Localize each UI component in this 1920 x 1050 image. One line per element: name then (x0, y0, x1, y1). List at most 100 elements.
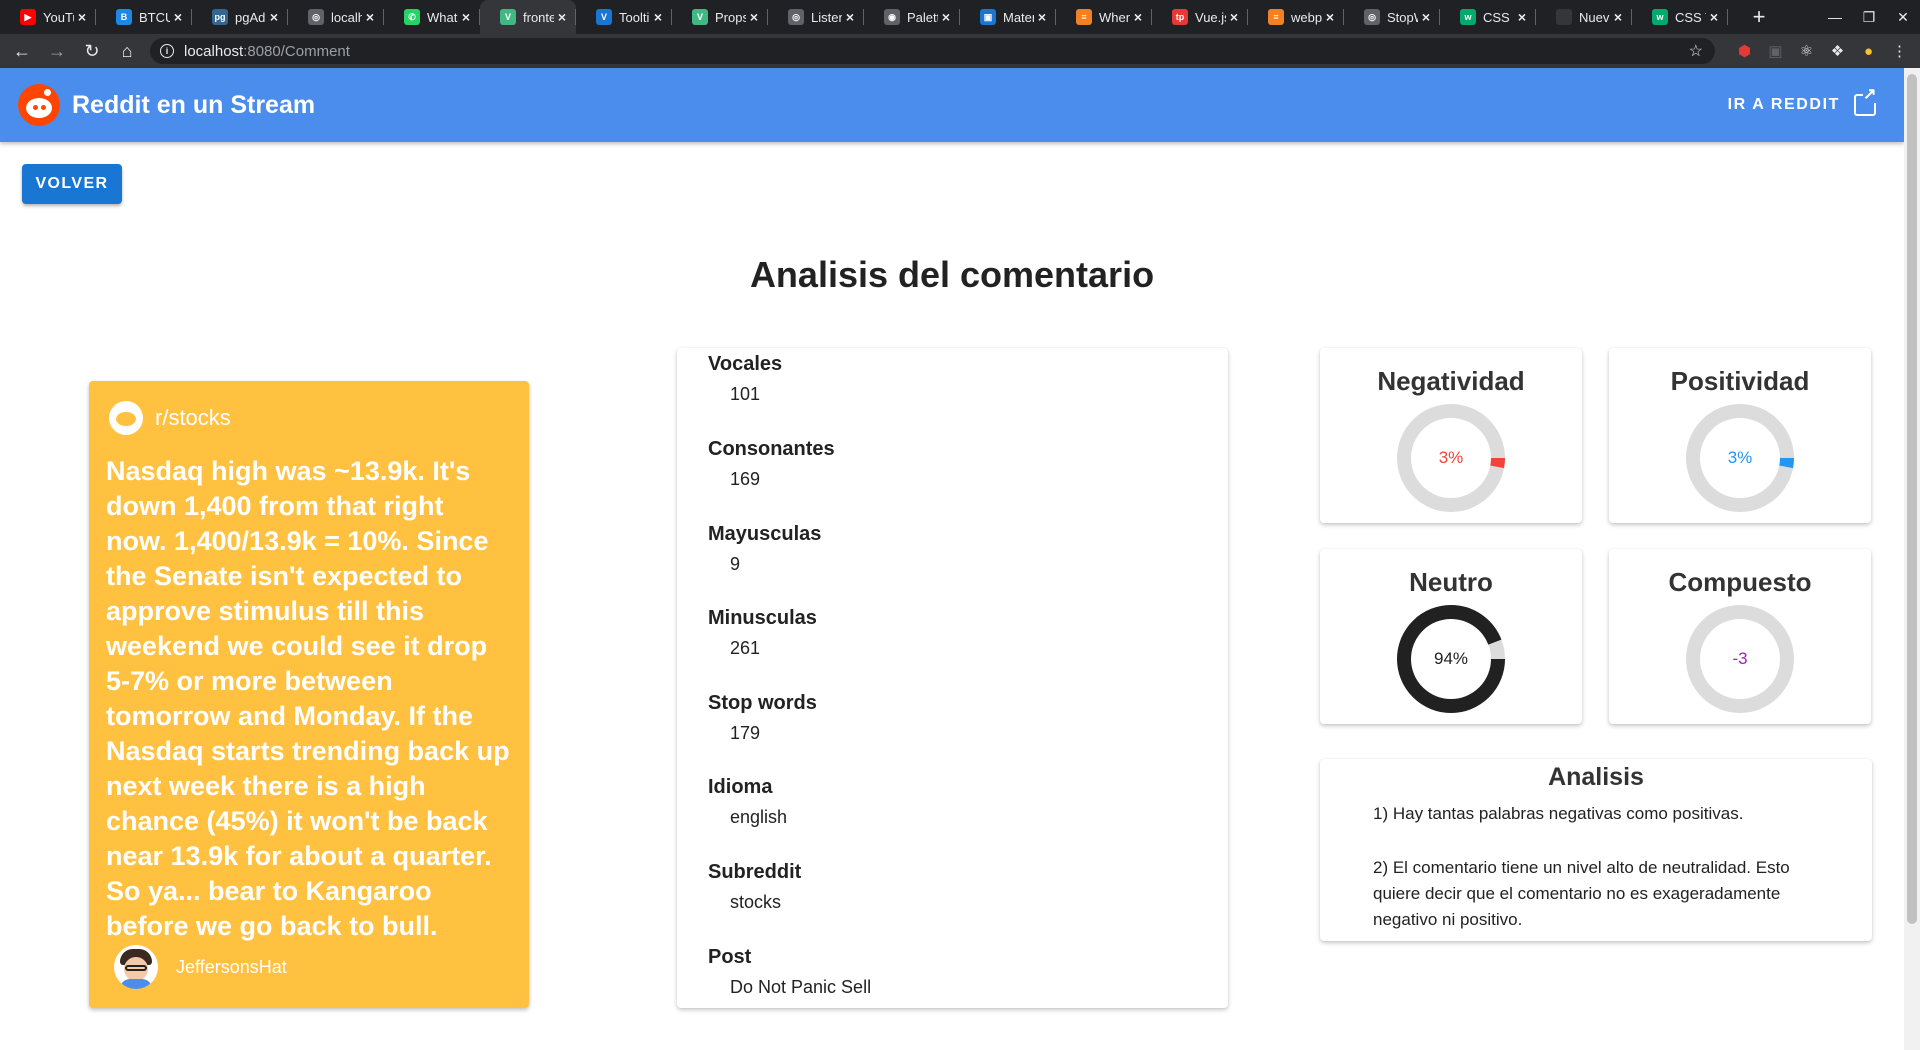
close-tab-icon[interactable]: × (1610, 9, 1626, 25)
tab-title: When (1099, 9, 1130, 25)
screenshot-extension-icon[interactable]: ▣ (1760, 42, 1791, 60)
app-title: Reddit en un Stream (72, 90, 316, 119)
browser-tab[interactable]: pg pgAdmin× (192, 0, 288, 34)
close-tab-icon[interactable]: × (746, 9, 762, 25)
stat-label: Mayusculas (708, 523, 822, 545)
back-button[interactable]: VOLVER (22, 164, 122, 204)
stat-value: english (730, 807, 788, 827)
tab-favicon-icon (1556, 9, 1572, 25)
go-to-reddit-label: IR A REDDIT (1727, 96, 1840, 113)
gauge-value: -3 (1732, 649, 1748, 668)
tab-title: CSS Tooltip (1675, 9, 1706, 25)
gauge-value: 94% (1433, 649, 1469, 668)
forward-arrow-icon[interactable]: → (44, 41, 70, 62)
browser-tab[interactable]: V Tooltip× (576, 0, 672, 34)
stat-label: Subreddit (708, 861, 802, 883)
tab-title: Material (1003, 9, 1034, 25)
tab-title: webpack (1291, 9, 1322, 25)
close-tab-icon[interactable]: × (842, 9, 858, 25)
close-tab-icon[interactable]: × (650, 9, 666, 25)
browser-tab[interactable]: ▣ Material× (960, 0, 1056, 34)
tab-favicon-icon: ≡ (1076, 9, 1092, 25)
new-tab-button[interactable]: + (1744, 4, 1774, 30)
back-arrow-icon[interactable]: ← (9, 41, 35, 62)
close-tab-icon[interactable]: × (1514, 9, 1530, 25)
close-tab-icon[interactable]: × (266, 9, 282, 25)
close-tab-icon[interactable]: × (554, 9, 570, 25)
browser-tab[interactable]: ◉ Palette× (864, 0, 960, 34)
tab-favicon-icon: V (596, 9, 612, 25)
gauge-title: Compuesto (1668, 567, 1812, 597)
tab-favicon-icon: ◎ (788, 9, 804, 25)
tab-favicon-icon: tp (1172, 9, 1188, 25)
profile-avatar-icon[interactable]: ● (1853, 43, 1884, 60)
close-tab-icon[interactable]: × (1130, 9, 1146, 25)
go-to-reddit-button[interactable]: IR A REDDIT (1727, 87, 1878, 116)
browser-menu-icon[interactable]: ⋮ (1884, 42, 1915, 60)
author-name: JeffersonsHat (176, 956, 287, 977)
reload-icon[interactable]: ↻ (79, 41, 105, 62)
stat-value: Do Not Panic Sell (730, 977, 872, 997)
tab-favicon-icon: w (1652, 9, 1668, 25)
extensions-area: ⬢ ▣ ⚛ ❖ ● ⋮ (1729, 42, 1915, 61)
browser-tab[interactable]: tp Vue.js× (1152, 0, 1248, 34)
site-info-icon[interactable]: i (160, 44, 174, 58)
open-in-new-icon (1854, 87, 1878, 116)
tab-title: CSS Flex (1483, 9, 1514, 25)
tab-title: YouTube (43, 9, 74, 25)
reddit-logo-icon (18, 84, 60, 126)
tab-favicon-icon: ◎ (1364, 9, 1380, 25)
url-input[interactable]: i localhost:8080/Comment ☆ (150, 38, 1715, 64)
close-tab-icon[interactable]: × (938, 9, 954, 25)
url-host: localhost (184, 42, 244, 60)
analysis-title: Analisis (1548, 763, 1644, 791)
scrollbar-thumb[interactable] (1907, 74, 1917, 924)
browser-tab[interactable]: B BTCUSD× (96, 0, 192, 34)
stat-label: Idioma (708, 776, 773, 798)
close-window-icon[interactable]: ✕ (1886, 9, 1920, 26)
minimize-icon[interactable]: — (1818, 9, 1852, 25)
gauge-neutro: Neutro 94% (1320, 549, 1582, 724)
browser-tab[interactable]: ◎ Listeners× (768, 0, 864, 34)
close-tab-icon[interactable]: × (74, 9, 90, 25)
browser-tab[interactable]: ✆ WhatsApp× (384, 0, 480, 34)
browser-tab[interactable]: V Props × (672, 0, 768, 34)
close-tab-icon[interactable]: × (362, 9, 378, 25)
tab-favicon-icon: V (692, 9, 708, 25)
browser-tab[interactable]: w CSS Flex× (1440, 0, 1536, 34)
stat-value: 169 (730, 469, 761, 489)
stat-label: Stop words (708, 692, 817, 714)
react-devtools-icon[interactable]: ⚛ (1791, 42, 1822, 60)
close-tab-icon[interactable]: × (1226, 9, 1242, 25)
browser-tab[interactable]: ≡ When × (1056, 0, 1152, 34)
stat-idioma: Idioma english (708, 776, 787, 828)
close-tab-icon[interactable]: × (170, 9, 186, 25)
close-tab-icon[interactable]: × (1706, 9, 1722, 25)
browser-tab[interactable]: ◎ localhost× (288, 0, 384, 34)
tab-title: Palette (907, 9, 938, 25)
extensions-puzzle-icon[interactable]: ❖ (1822, 42, 1853, 60)
adblock-extension-icon[interactable]: ⬢ (1729, 42, 1760, 60)
browser-tab[interactable]: w CSS Tooltip× (1632, 0, 1728, 34)
home-icon[interactable]: ⌂ (114, 41, 140, 62)
close-tab-icon[interactable]: × (1034, 9, 1050, 25)
stat-mayusculas: Mayusculas 9 (708, 523, 821, 575)
browser-tab[interactable]: ◎ StopWords× (1344, 0, 1440, 34)
tab-favicon-icon: w (1460, 9, 1476, 25)
close-tab-icon[interactable]: × (458, 9, 474, 25)
gauge-title: Positividad (1670, 366, 1810, 396)
browser-tab[interactable]: ≡ webpack× (1248, 0, 1344, 34)
close-tab-icon[interactable]: × (1322, 9, 1338, 25)
stat-minusculas: Minusculas 261 (708, 607, 817, 659)
bookmark-star-icon[interactable]: ☆ (1689, 41, 1703, 61)
gauge-compuesto: Compuesto -3 (1609, 549, 1871, 724)
maximize-icon[interactable]: ❐ (1852, 9, 1886, 26)
tab-title: Listeners (811, 9, 842, 25)
close-tab-icon[interactable]: × (1418, 9, 1434, 25)
post-text: Nasdaq high was ~13.9k. It's down 1,400 … (106, 456, 510, 941)
gauge-value: 3% (1438, 448, 1464, 467)
browser-tab[interactable]: Vfrontend× (480, 0, 576, 34)
browser-tab[interactable]: ▶ YouTube× (0, 0, 96, 34)
browser-tab[interactable]: Nueva pestaña× (1536, 0, 1632, 34)
page-scrollbar[interactable] (1904, 68, 1920, 1050)
